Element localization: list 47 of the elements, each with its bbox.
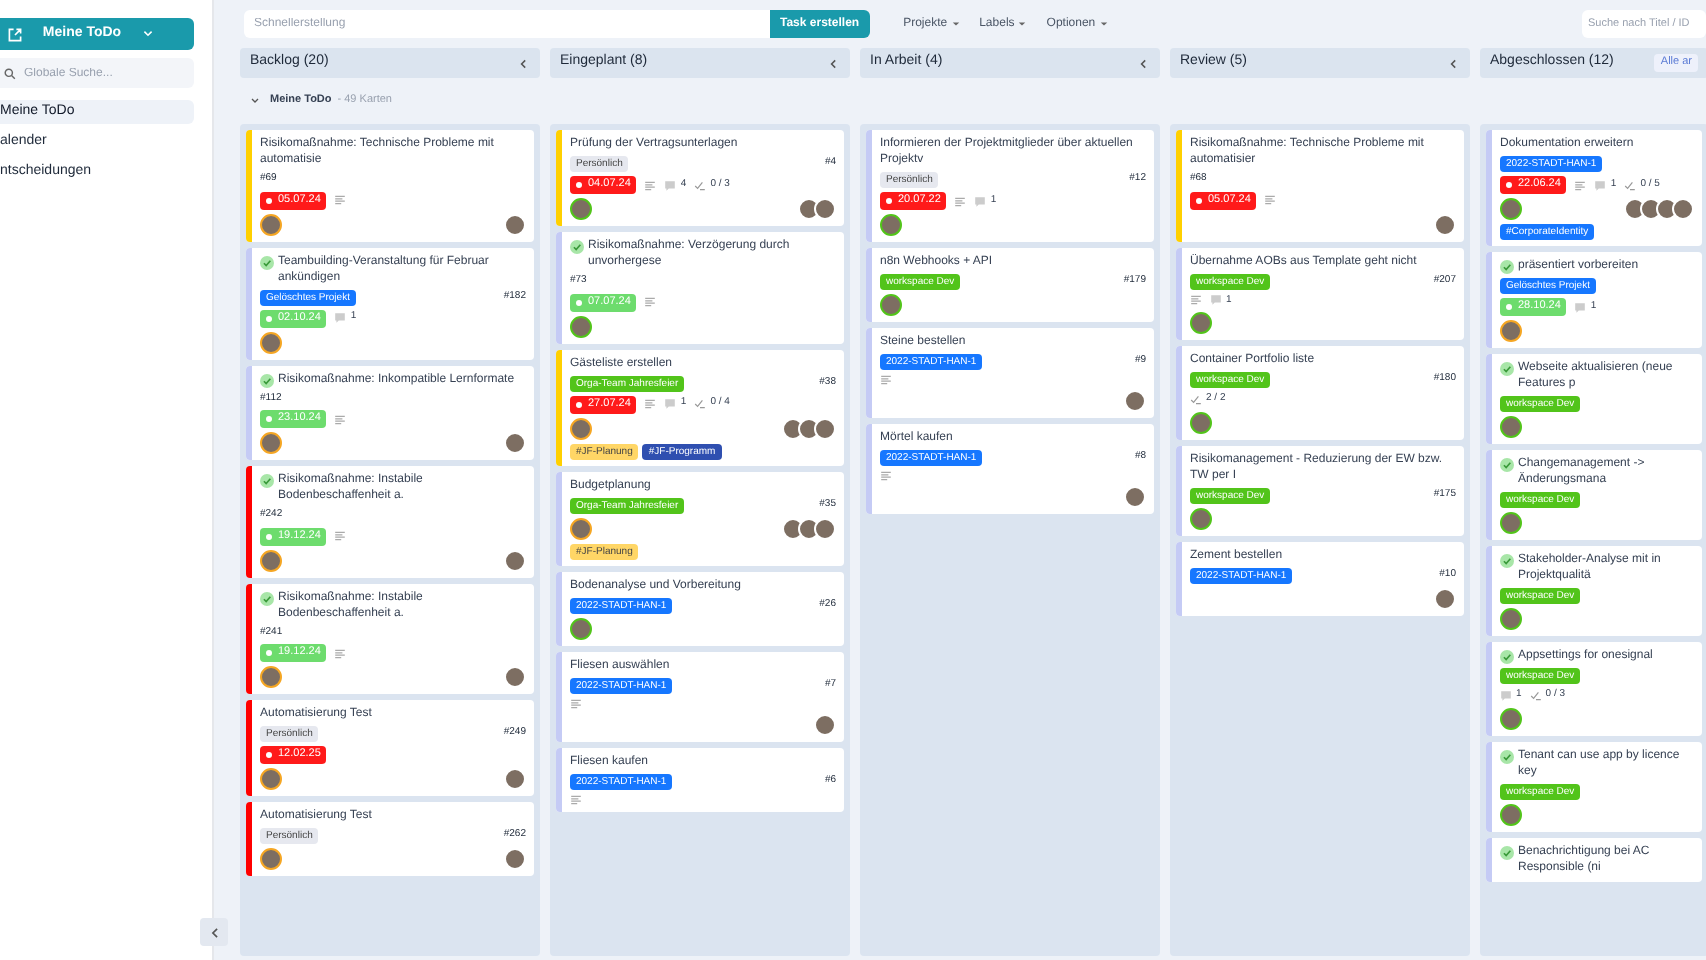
comment-icon <box>334 312 347 324</box>
caret-icon <box>1018 20 1027 28</box>
comment-icon <box>664 179 677 191</box>
avatar <box>504 213 526 235</box>
avatar <box>814 517 836 539</box>
avatar <box>1124 390 1146 412</box>
checklist-icon <box>1190 393 1202 406</box>
avatar <box>504 666 526 688</box>
avatar <box>1434 587 1456 609</box>
chevron-left-icon[interactable] <box>1138 57 1150 69</box>
collapse-sidebar-button[interactable] <box>200 918 228 946</box>
chevron-left-icon[interactable] <box>1448 57 1460 69</box>
search-icon <box>4 67 16 79</box>
avatar <box>1124 486 1146 508</box>
avatar <box>1672 198 1694 220</box>
comment-icon <box>1210 294 1222 307</box>
avatar <box>504 549 526 571</box>
avatar <box>814 198 836 220</box>
comment-icon <box>1500 689 1512 702</box>
checklist-icon <box>694 179 707 191</box>
checklist-icon <box>694 398 707 410</box>
chevron-down-icon[interactable] <box>250 96 260 106</box>
avatar <box>782 517 804 539</box>
caret-icon <box>951 20 960 28</box>
chevron-down-icon <box>142 28 154 40</box>
avatar <box>1640 198 1662 220</box>
chevron-left-icon[interactable] <box>828 57 840 69</box>
avatar <box>504 432 526 454</box>
chevron-left-icon[interactable] <box>518 57 530 69</box>
caret-icon <box>1099 20 1108 28</box>
avatar <box>1434 213 1456 235</box>
checklist-icon <box>1624 179 1637 191</box>
avatar <box>1656 198 1678 220</box>
avatar <box>782 417 804 439</box>
avatar <box>504 768 526 790</box>
avatar <box>798 517 820 539</box>
avatar <box>814 417 836 439</box>
comment-icon <box>974 195 987 207</box>
comment-icon <box>1594 179 1607 191</box>
comment-icon <box>1574 301 1587 313</box>
checklist-icon <box>1529 689 1542 702</box>
external-link-icon <box>8 27 22 41</box>
avatar <box>504 848 526 870</box>
comment-icon <box>664 398 677 410</box>
avatar <box>814 713 836 735</box>
chevron-left-icon <box>207 925 221 939</box>
avatar <box>798 198 820 220</box>
